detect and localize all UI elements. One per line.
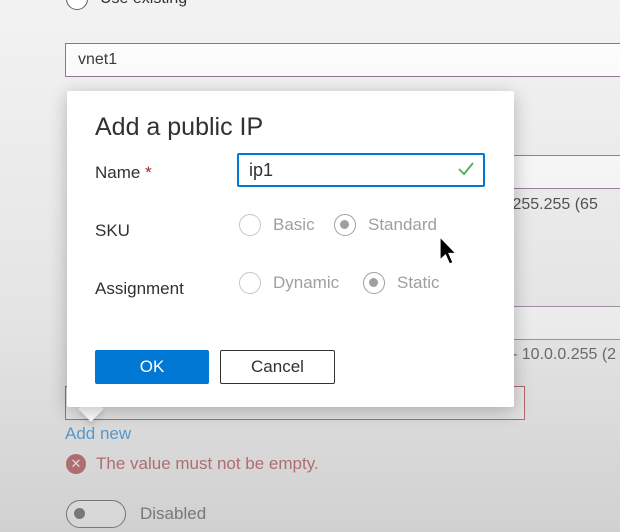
vnet-field[interactable]: vnet1	[65, 43, 620, 77]
assignment-dynamic-radio[interactable]	[239, 272, 261, 294]
sku-label: SKU	[95, 221, 130, 240]
checkmark-icon	[458, 162, 474, 176]
sku-standard-label: Standard	[368, 215, 437, 234]
mouse-cursor-icon	[439, 236, 458, 265]
sku-basic-radio[interactable]	[239, 214, 261, 236]
dialog-title: Add a public IP	[95, 113, 264, 141]
assignment-option-dynamic[interactable]: Dynamic	[239, 272, 339, 294]
assignment-label: Assignment	[95, 279, 184, 298]
address-range-text-1: .255.255 (65	[508, 196, 598, 213]
sku-basic-label: Basic	[273, 215, 315, 234]
address-range-text-2: - 10.0.0.255 (2	[512, 346, 617, 363]
assignment-dynamic-label: Dynamic	[273, 273, 340, 292]
toggle-label: Disabled	[140, 504, 207, 523]
name-input[interactable]	[237, 153, 485, 187]
assignment-static-radio[interactable]	[363, 272, 385, 294]
disabled-toggle[interactable]	[66, 500, 126, 528]
sku-standard-radio[interactable]	[334, 214, 356, 236]
error-message: The value must not be empty.	[96, 454, 319, 473]
vnet-value: vnet1	[78, 51, 118, 68]
name-label-text: Name	[95, 163, 141, 182]
required-marker: *	[145, 163, 152, 182]
sku-option-standard[interactable]: Standard	[334, 214, 437, 236]
sku-option-basic[interactable]: Basic	[239, 214, 315, 236]
use-existing-label: Use existing	[100, 0, 187, 8]
ok-button[interactable]: OK	[95, 350, 209, 384]
use-existing-radio[interactable]	[66, 0, 88, 10]
add-new-link[interactable]: Add new	[65, 424, 131, 444]
assignment-option-static[interactable]: Static	[363, 272, 440, 294]
validation-error: ✕ The value must not be empty.	[66, 454, 319, 474]
name-label: Name *	[95, 163, 152, 183]
cancel-button[interactable]: Cancel	[220, 350, 335, 384]
toggle-row: Disabled	[66, 500, 206, 528]
assignment-static-label: Static	[397, 273, 440, 292]
error-circle-icon: ✕	[66, 454, 86, 474]
